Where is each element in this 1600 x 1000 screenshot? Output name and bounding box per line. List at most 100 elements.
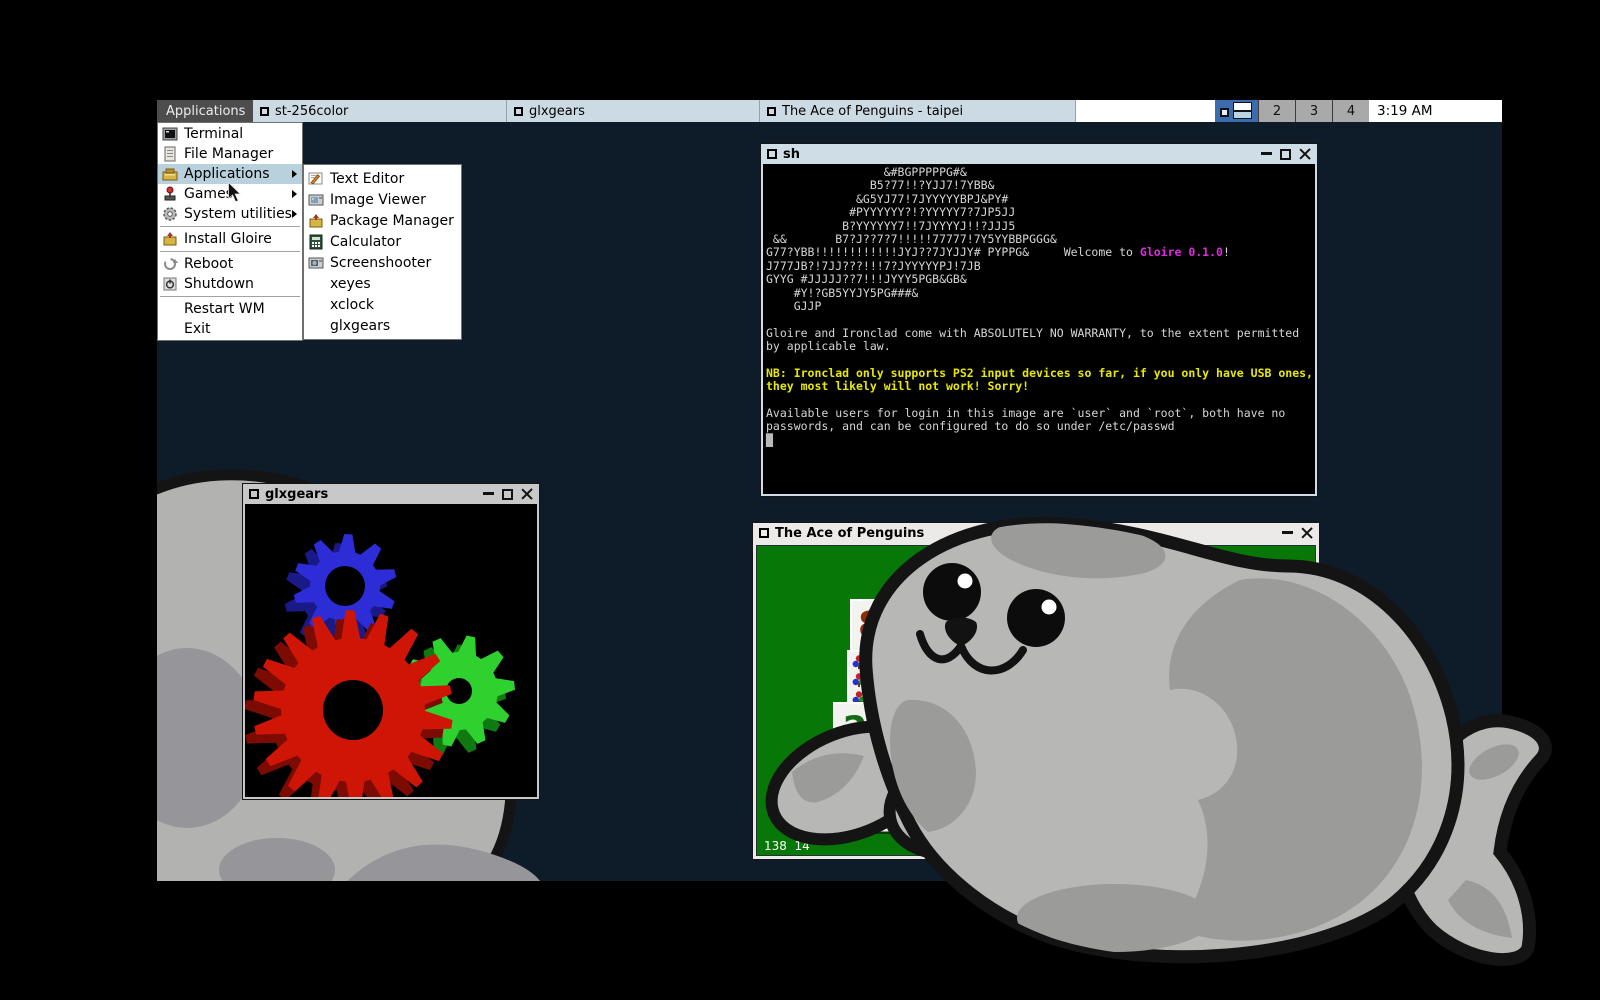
menu-item-label: Terminal [184,126,243,142]
no-icon-spacer [308,318,324,334]
submenu-arrow-icon [292,190,297,198]
screenshooter-icon [308,255,324,271]
submenu-item-xeyes[interactable]: xeyes [304,273,461,294]
workspace-pager-icon[interactable] [1215,100,1258,122]
window-square-icon [767,107,776,116]
menu-item-system-utilities[interactable]: System utilities [158,204,302,224]
terminal-line: &G5YJ77!7JYYYYYBPJ&PY# [766,193,1315,206]
taskbar-window-label: st-256color [275,104,348,119]
menu-item-label: xclock [330,297,374,313]
window-square-icon [260,107,269,116]
workspace-button-3[interactable]: 3 [1295,100,1332,122]
games-icon [162,186,178,202]
terminal-line: #Y!?GB5YYJY5PG###& [766,287,1315,300]
install-gloire-icon [162,231,178,247]
clubs-icon [849,652,889,709]
terminal-line: Available users for login in this image … [766,407,1315,420]
penguins-window: The Ace of Penguins 8 [752,522,1320,860]
minimize-icon[interactable] [1261,152,1272,155]
menu-separator [160,226,300,227]
menu-item-label: Exit [184,321,211,337]
workspace-button-2[interactable]: 2 [1258,100,1295,122]
penguins-titlebar[interactable]: The Ace of Penguins [753,523,1319,543]
taskbar-window-label: glxgears [529,104,585,119]
game-tile-triangle[interactable] [845,782,892,832]
glxgears-window: glxgears [242,483,540,800]
submenu-item-glxgears[interactable]: glxgears [304,315,461,336]
terminal-line: NB: Ironclad only supports PS2 input dev… [766,367,1315,380]
terminal-line: #PYYYYYY?!?YYYYY7?7JP5JJ [766,206,1315,219]
red-gear-hole [323,680,383,740]
menu-item-label: Reboot [184,256,233,272]
menu-item-label: Text Editor [330,171,404,187]
submenu-arrow-icon [292,170,297,178]
applications-menu-button[interactable]: Applications [157,100,253,122]
terminal-line: && B7?J??7?7!!!!!77777!7Y5YYBBPGGG& [766,233,1315,246]
taskbar: Applications st-256color glxgears The Ac… [157,100,1502,122]
menu-item-exit[interactable]: Exit [158,319,302,339]
game-board: 8 2 [756,545,1316,856]
maximize-icon[interactable] [1280,149,1291,160]
menu-item-label: Calculator [330,234,401,250]
file-manager-icon [162,146,178,162]
terminal-line: &#BGPPPPPG#& [766,166,1315,179]
close-icon[interactable] [1301,527,1313,539]
system-utilities-icon [162,206,178,222]
window-square-icon [759,528,769,538]
menu-item-label: glxgears [330,318,390,334]
menu-item-games[interactable]: Games [158,184,302,204]
submenu-item-calculator[interactable]: Calculator [304,231,461,252]
game-tile-clubs[interactable] [847,650,890,710]
menu-item-terminal[interactable]: Terminal [158,124,302,144]
taskbar-window-label: The Ace of Penguins - taipei [782,104,963,119]
terminal-titlebar[interactable]: sh [761,144,1317,164]
glxgears-window-title: glxgears [265,487,328,502]
taskbar-clock: 3:19 AM [1369,100,1502,122]
applications-menu: Terminal File Manager Applications Games… [157,122,303,341]
menu-item-applications[interactable]: Applications [158,164,302,184]
terminal-line: GJJP [766,300,1315,313]
menu-item-reboot[interactable]: Reboot [158,254,302,274]
taskbar-window-button-st[interactable]: st-256color [253,100,507,122]
no-icon-spacer [308,276,324,292]
taskbar-window-button-penguins[interactable]: The Ace of Penguins - taipei [760,100,1076,122]
triangle-icon [847,784,891,829]
menu-item-label: Install Gloire [184,231,272,247]
submenu-item-package-manager[interactable]: Package Manager [304,210,461,231]
game-tile-2[interactable]: 2 [833,702,876,762]
menu-item-install-gloire[interactable]: Install Gloire [158,229,302,249]
glxgears-titlebar[interactable]: glxgears [243,484,539,504]
menu-item-restart-wm[interactable]: Restart WM [158,299,302,319]
minimize-icon[interactable] [483,492,494,495]
workspace-label: 3 [1310,104,1318,119]
workspace-label: 4 [1347,104,1355,119]
terminal-line: passwords, and can be configured to do s… [766,420,1315,433]
terminal-line: B?YYYYYY7!!7JYYYYJ!!?JJJ5 [766,220,1315,233]
text-editor-icon [308,171,324,187]
menu-item-label: Games [184,186,233,202]
taskbar-empty-area [1076,100,1215,122]
submenu-item-text-editor[interactable]: Text Editor [304,168,461,189]
taskbar-window-button-glxgears[interactable]: glxgears [507,100,760,122]
submenu-item-xclock[interactable]: xclock [304,294,461,315]
game-tile[interactable] [893,787,910,833]
workspace-button-4[interactable]: 4 [1332,100,1369,122]
blue-gear-hole [325,566,365,606]
menu-item-label: Applications [184,166,270,182]
no-icon-spacer [162,321,178,337]
submenu-item-screenshooter[interactable]: Screenshooter [304,252,461,273]
minimize-icon[interactable] [1282,531,1293,534]
close-icon[interactable] [1299,148,1311,160]
maximize-icon[interactable] [502,489,513,500]
submenu-item-image-viewer[interactable]: Image Viewer [304,189,461,210]
menu-item-label: System utilities [184,206,292,222]
desktop-root: Applications st-256color glxgears The Ac… [0,0,1600,1000]
terminal-line [766,313,1315,326]
menu-item-label: xeyes [330,276,371,292]
workspace-label: 2 [1273,104,1281,119]
terminal-output: &#BGPPPPPG#& B5?77!!?YJJ7!7YBB& &G5YJ77!… [763,164,1315,494]
package-manager-icon [308,213,324,229]
close-icon[interactable] [521,488,533,500]
menu-item-shutdown[interactable]: Shutdown [158,274,302,294]
menu-item-file-manager[interactable]: File Manager [158,144,302,164]
